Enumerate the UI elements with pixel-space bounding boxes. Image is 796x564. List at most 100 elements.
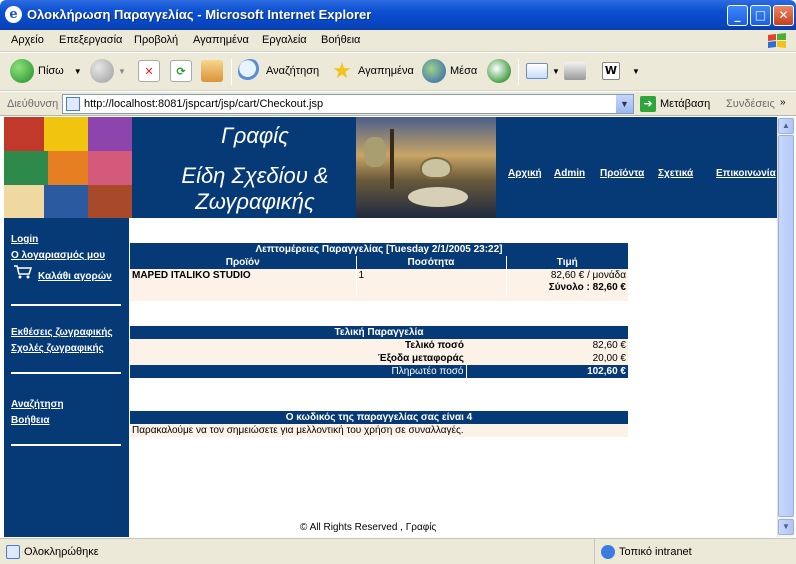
site-header: Γραφίς Είδη Σχεδίου & Ζωγραφικής Αρχική … bbox=[4, 117, 777, 218]
dali-painting-image bbox=[356, 117, 496, 218]
sidebar-item-cart[interactable]: Καλάθι αγορών bbox=[38, 271, 112, 282]
menu-bar: Αρχείο Επεξεργασία Προβολή Αγαπημένα Εργ… bbox=[0, 30, 796, 52]
sidebar-item-search[interactable]: Αναζήτηση bbox=[11, 399, 64, 410]
sidebar-item-schools[interactable]: Σχολές ζωγραφικής bbox=[11, 343, 104, 354]
print-button[interactable] bbox=[564, 57, 590, 85]
chevron-down-icon[interactable]: ▼ bbox=[118, 67, 126, 76]
chevron-down-icon[interactable]: ▼ bbox=[616, 95, 633, 113]
history-button[interactable] bbox=[487, 57, 515, 85]
final-amount-label: Τελικό ποσό bbox=[404, 340, 464, 351]
home-button[interactable] bbox=[201, 57, 227, 85]
nav-contact[interactable]: Επικοινωνία bbox=[716, 168, 776, 179]
address-label: Διεύθυνση bbox=[7, 98, 59, 110]
menu-view[interactable]: Προβολή bbox=[134, 34, 178, 46]
media-button[interactable]: Μέσα bbox=[422, 57, 477, 85]
address-url[interactable]: http://localhost:8081/jspcart/jsp/cart/C… bbox=[84, 98, 323, 110]
menu-favorites[interactable]: Αγαπημένα bbox=[193, 34, 249, 46]
chevron-down-icon[interactable]: ▼ bbox=[632, 67, 640, 76]
intranet-globe-icon bbox=[601, 545, 615, 559]
table-row: Πληρωτέο ποσό 102,60 € bbox=[130, 365, 628, 378]
window-title: Ολοκλήρωση Παραγγελίας - Microsoft Inter… bbox=[27, 7, 372, 22]
maximize-button[interactable]: □ bbox=[750, 5, 771, 26]
site-title: Γραφίς Είδη Σχεδίου & Ζωγραφικής bbox=[160, 123, 350, 215]
close-button[interactable]: ✕ bbox=[773, 5, 794, 26]
table-row: Έξοδα μεταφοράς 20,00 € bbox=[130, 352, 628, 365]
table-row: Τελικό ποσό 82,60 € bbox=[130, 339, 628, 352]
home-icon bbox=[201, 60, 223, 82]
shipping-label: Έξοδα μεταφοράς bbox=[378, 353, 464, 364]
minimize-button[interactable]: _ bbox=[727, 5, 748, 26]
scroll-up-icon[interactable]: ▲ bbox=[778, 118, 794, 134]
nav-home[interactable]: Αρχική bbox=[508, 168, 542, 179]
final-amount-value: 82,60 € bbox=[592, 340, 626, 351]
menu-tools[interactable]: Εργαλεία bbox=[262, 34, 307, 46]
column-header-price: Τιμή bbox=[506, 256, 628, 269]
nav-about[interactable]: Σχετικά bbox=[658, 168, 693, 179]
forward-button[interactable]: ▼ bbox=[90, 57, 126, 85]
art-collage-image bbox=[4, 117, 132, 218]
nav-products[interactable]: Προϊόντα bbox=[600, 168, 644, 179]
page-icon bbox=[66, 97, 80, 111]
status-text: Ολοκληρώθηκε bbox=[24, 546, 99, 558]
payable-label: Πληρωτέο ποσό bbox=[130, 365, 467, 378]
edit-word-button[interactable]: W ▼ bbox=[602, 57, 640, 85]
site-title-line: Γραφίς bbox=[221, 123, 289, 148]
address-bar: Διεύθυνση http://localhost:8081/jspcart/… bbox=[0, 92, 796, 116]
order-code-heading: Ο κωδικός της παραγγελίας σας είναι 4 bbox=[130, 411, 628, 424]
search-icon bbox=[238, 59, 262, 83]
sidebar-item-login[interactable]: Login bbox=[11, 234, 38, 245]
column-header-product: Προϊόν bbox=[130, 256, 357, 269]
sidebar-item-help[interactable]: Βοήθεια bbox=[11, 415, 50, 426]
order-total: Σύνολο : 82,60 € bbox=[548, 282, 626, 293]
chevron-right-icon[interactable]: » bbox=[780, 97, 786, 108]
menu-edit[interactable]: Επεξεργασία bbox=[59, 34, 122, 46]
windows-flag-icon bbox=[768, 33, 786, 48]
sidebar-item-account[interactable]: Ο λογαριασμός μου bbox=[11, 250, 105, 261]
sidebar: Login Ο λογαριασμός μου Καλάθι αγορών Εκ… bbox=[4, 218, 129, 537]
order-code-table: Ο κωδικός της παραγγελίας σας είναι 4 Πα… bbox=[130, 411, 628, 437]
forward-arrow-icon bbox=[90, 59, 114, 83]
page-footer: © All Rights Reserved , Γραφίς bbox=[300, 522, 437, 533]
site-title-line: Είδη Σχεδίου & bbox=[181, 163, 329, 188]
unit-price: 82,60 € / μονάδα bbox=[550, 270, 626, 281]
zone-label: Τοπικό intranet bbox=[619, 546, 692, 558]
site-title-line: Ζωγραφικής bbox=[195, 189, 315, 214]
ie-logo-icon: e bbox=[5, 6, 22, 23]
sidebar-divider bbox=[11, 304, 121, 306]
order-code-note: Παρακαλούμε να τον σημειώσετε για μελλον… bbox=[132, 425, 464, 436]
favorites-label: Αγαπημένα bbox=[358, 65, 414, 77]
price-cell: 82,60 € / μονάδα Σύνολο : 82,60 € bbox=[506, 269, 628, 295]
address-input[interactable]: http://localhost:8081/jspcart/jsp/cart/C… bbox=[62, 94, 634, 114]
shipping-value: 20,00 € bbox=[592, 353, 626, 364]
mail-button[interactable]: ▼ bbox=[526, 57, 560, 85]
chevron-down-icon[interactable]: ▼ bbox=[552, 67, 560, 76]
chevron-down-icon[interactable]: ▼ bbox=[74, 67, 82, 76]
browser-toolbar: Πίσω ▼ ▼ ✕ ⟳ Αναζήτηση ★ Αγαπημένα Μέσα … bbox=[0, 53, 796, 91]
back-label: Πίσω bbox=[38, 65, 64, 77]
go-button[interactable]: ➜ Μετάβαση bbox=[640, 96, 710, 112]
sidebar-divider bbox=[11, 372, 121, 374]
scroll-thumb[interactable] bbox=[778, 135, 794, 517]
search-button[interactable]: Αναζήτηση bbox=[238, 57, 319, 85]
vertical-scrollbar[interactable]: ▲ ▼ bbox=[777, 117, 794, 537]
page-done-icon bbox=[6, 545, 20, 559]
product-quantity: 1 bbox=[356, 269, 507, 295]
window-titlebar: e Ολοκλήρωση Παραγγελίας - Microsoft Int… bbox=[0, 0, 796, 30]
column-header-quantity: Ποσότητα bbox=[356, 256, 507, 269]
menu-help[interactable]: Βοήθεια bbox=[321, 34, 360, 46]
refresh-button[interactable]: ⟳ bbox=[170, 57, 196, 85]
sidebar-item-exhibitions[interactable]: Εκθέσεις ζωγραφικής bbox=[11, 327, 113, 338]
favorites-button[interactable]: ★ Αγαπημένα bbox=[330, 57, 414, 85]
refresh-icon: ⟳ bbox=[170, 60, 192, 82]
stop-button[interactable]: ✕ bbox=[138, 57, 164, 85]
word-icon: W bbox=[602, 62, 620, 80]
back-button[interactable]: Πίσω ▼ bbox=[10, 57, 82, 85]
go-arrow-icon: ➜ bbox=[640, 96, 656, 112]
scroll-down-icon[interactable]: ▼ bbox=[778, 519, 794, 535]
media-label: Μέσα bbox=[450, 65, 478, 77]
shopping-cart-icon bbox=[14, 265, 32, 279]
nav-admin[interactable]: Admin bbox=[554, 168, 585, 179]
status-bar: Ολοκληρώθηκε Τοπικό intranet bbox=[0, 538, 796, 564]
menu-file[interactable]: Αρχείο bbox=[11, 34, 44, 46]
links-button[interactable]: Συνδέσεις bbox=[726, 98, 775, 110]
